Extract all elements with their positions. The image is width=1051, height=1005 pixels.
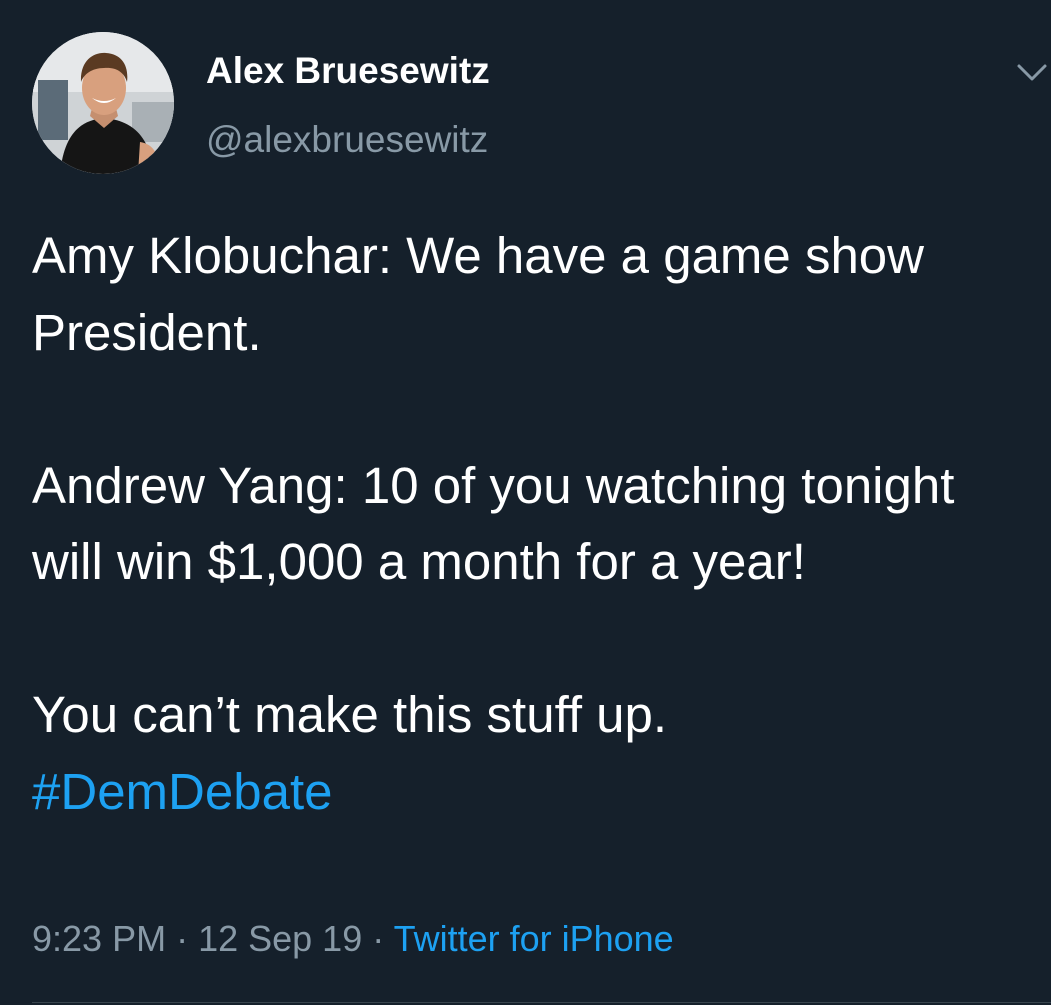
tweet-card: Alex Bruesewitz @alexbruesewitz Amy Klob… — [0, 0, 1051, 1005]
tweet-text-line: You can’t make this stuff up. — [32, 686, 668, 743]
tweet-time[interactable]: 9:23 PM — [32, 918, 166, 959]
tweet-text-line: Andrew Yang: 10 of you watching tonight … — [32, 456, 955, 591]
avatar-image — [32, 32, 174, 174]
tweet-date[interactable]: 12 Sep 19 — [198, 918, 362, 959]
tweet-text-line: Amy Klobuchar: We have a game show Presi… — [32, 227, 925, 361]
chevron-down-icon[interactable] — [1015, 58, 1049, 86]
display-name[interactable]: Alex Bruesewitz — [206, 50, 490, 92]
meta-separator: · — [166, 918, 199, 959]
hashtag-link[interactable]: #DemDebate — [32, 763, 333, 820]
meta-separator: · — [362, 918, 394, 959]
divider — [32, 1002, 1051, 1003]
user-handle[interactable]: @alexbruesewitz — [206, 119, 488, 161]
avatar[interactable] — [32, 32, 174, 174]
tweet-source-link[interactable]: Twitter for iPhone — [394, 918, 674, 959]
tweet-text: Amy Klobuchar: We have a game show Presi… — [32, 218, 1022, 830]
tweet-meta: 9:23 PM · 12 Sep 19 · Twitter for iPhone — [32, 918, 674, 960]
